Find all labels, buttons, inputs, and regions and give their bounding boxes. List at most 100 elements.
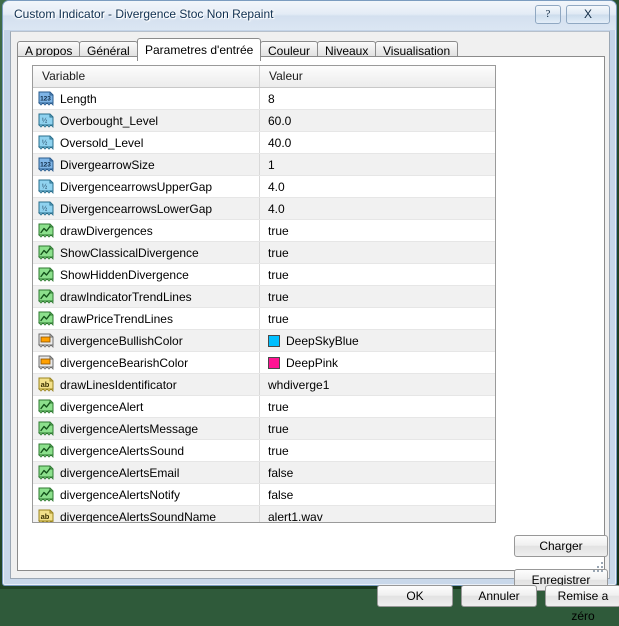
column-header-value[interactable]: Valeur bbox=[260, 66, 495, 87]
table-row[interactable]: divergenceAlertsEmail false bbox=[33, 462, 495, 484]
parameter-value-cell[interactable]: false bbox=[260, 484, 495, 505]
table-row[interactable]: ½ DivergencearrowsUpperGap 4.0 bbox=[33, 176, 495, 198]
close-button[interactable]: X bbox=[566, 5, 610, 24]
table-row[interactable]: divergenceAlertsMessage true bbox=[33, 418, 495, 440]
cancel-button-label: Annuler bbox=[461, 585, 537, 607]
parameter-name: drawLinesIdentificator bbox=[60, 377, 177, 392]
parameter-name: divergenceBullishColor bbox=[60, 333, 183, 348]
parameter-name-cell: ½ DivergencearrowsLowerGap bbox=[33, 198, 260, 219]
parameter-name: Length bbox=[60, 91, 97, 106]
parameter-name-cell: divergenceAlertsMessage bbox=[33, 418, 260, 439]
parameter-value: 8 bbox=[268, 91, 275, 106]
parameter-value-cell[interactable]: DeepPink bbox=[260, 352, 495, 373]
svg-text:½: ½ bbox=[42, 138, 47, 146]
parameter-value: 4.0 bbox=[268, 201, 285, 216]
table-row[interactable]: ½ Overbought_Level 60.0 bbox=[33, 110, 495, 132]
load-button[interactable]: Charger bbox=[514, 535, 608, 557]
table-row[interactable]: 123 DivergearrowSize 1 bbox=[33, 154, 495, 176]
table-row[interactable]: ½ DivergencearrowsLowerGap 4.0 bbox=[33, 198, 495, 220]
parameter-value-cell[interactable]: true bbox=[260, 242, 495, 263]
table-row[interactable]: ab drawLinesIdentificator whdiverge1 bbox=[33, 374, 495, 396]
grip-dot bbox=[601, 562, 603, 564]
parameter-name: divergenceBearishColor bbox=[60, 355, 189, 370]
tab-parametres-d-entr-e[interactable]: Parametres d'entrée bbox=[137, 38, 262, 61]
parameters-grid[interactable]: Variable Valeur 123 Length 8 ½ Overbought_Le… bbox=[32, 65, 496, 523]
color-icon bbox=[38, 333, 54, 348]
table-row[interactable]: drawDivergences true bbox=[33, 220, 495, 242]
table-row[interactable]: ShowHiddenDivergence true bbox=[33, 264, 495, 286]
color-icon bbox=[38, 355, 54, 370]
parameter-name-cell: 123 DivergearrowSize bbox=[33, 154, 260, 175]
table-row[interactable]: ab divergenceAlertsSoundName alert1.wav bbox=[33, 506, 495, 523]
parameter-value-cell[interactable]: true bbox=[260, 396, 495, 417]
parameter-value: false bbox=[268, 487, 294, 502]
parameter-name-cell: ab divergenceAlertsSoundName bbox=[33, 506, 260, 522]
window-title: Custom Indicator - Divergence Stoc Non R… bbox=[14, 7, 274, 21]
boolean-icon bbox=[38, 443, 54, 458]
parameter-value-cell[interactable]: 4.0 bbox=[260, 176, 495, 197]
parameter-name-cell: divergenceBullishColor bbox=[33, 330, 260, 351]
parameter-value-cell[interactable]: true bbox=[260, 220, 495, 241]
ok-button-label: OK bbox=[377, 585, 453, 607]
integer-icon: 123 bbox=[38, 91, 54, 106]
parameter-name-cell: ab drawLinesIdentificator bbox=[33, 374, 260, 395]
resize-grip[interactable] bbox=[592, 562, 604, 574]
parameter-value-cell[interactable]: true bbox=[260, 264, 495, 285]
parameter-value-cell[interactable]: 60.0 bbox=[260, 110, 495, 131]
svg-text:½: ½ bbox=[42, 116, 47, 124]
parameter-value-cell[interactable]: alert1.wav bbox=[260, 506, 495, 523]
double-icon: ½ bbox=[38, 179, 54, 194]
parameter-value-cell[interactable]: true bbox=[260, 440, 495, 461]
parameter-name-cell: ½ Overbought_Level bbox=[33, 110, 260, 131]
column-header-variable[interactable]: Variable bbox=[33, 66, 260, 87]
table-row[interactable]: divergenceAlert true bbox=[33, 396, 495, 418]
parameter-value: true bbox=[268, 421, 289, 436]
table-row[interactable]: ShowClassicalDivergence true bbox=[33, 242, 495, 264]
table-row[interactable]: divergenceAlertsNotify false bbox=[33, 484, 495, 506]
parameter-value-cell[interactable]: 4.0 bbox=[260, 198, 495, 219]
table-row[interactable]: divergenceAlertsSound true bbox=[33, 440, 495, 462]
parameter-name: divergenceAlertsSound bbox=[60, 443, 185, 458]
parameter-value: true bbox=[268, 267, 289, 282]
help-button[interactable]: ? bbox=[535, 5, 561, 24]
dialog-window: Custom Indicator - Divergence Stoc Non R… bbox=[2, 0, 619, 623]
ok-button[interactable]: OK bbox=[377, 585, 453, 607]
parameter-value-cell[interactable]: whdiverge1 bbox=[260, 374, 495, 395]
svg-text:½: ½ bbox=[42, 182, 47, 190]
parameter-value-cell[interactable]: true bbox=[260, 418, 495, 439]
parameter-name-cell: drawPriceTrendLines bbox=[33, 308, 260, 329]
parameter-value-cell[interactable]: true bbox=[260, 286, 495, 307]
parameter-value: true bbox=[268, 443, 289, 458]
parameter-name-cell: drawIndicatorTrendLines bbox=[33, 286, 260, 307]
table-row[interactable]: 123 Length 8 bbox=[33, 88, 495, 110]
parameter-name-cell: ½ DivergencearrowsUpperGap bbox=[33, 176, 260, 197]
reset-button[interactable]: Remise a zéro bbox=[545, 585, 619, 623]
parameter-value-cell[interactable]: 8 bbox=[260, 88, 495, 109]
table-row[interactable]: drawIndicatorTrendLines true bbox=[33, 286, 495, 308]
parameter-value-cell[interactable]: false bbox=[260, 462, 495, 483]
table-row[interactable]: ½ Oversold_Level 40.0 bbox=[33, 132, 495, 154]
parameter-value: true bbox=[268, 289, 289, 304]
parameter-value: 40.0 bbox=[268, 135, 292, 150]
grid-body: 123 Length 8 ½ Overbought_Level 60.0 ½ Oversold… bbox=[33, 88, 495, 523]
parameter-value: DeepSkyBlue bbox=[286, 333, 359, 348]
parameter-value: true bbox=[268, 399, 289, 414]
tab-panel-input-parameters: Variable Valeur 123 Length 8 ½ Overbought_Le… bbox=[17, 56, 608, 591]
boolean-icon bbox=[38, 223, 54, 238]
parameter-value-cell[interactable]: 1 bbox=[260, 154, 495, 175]
svg-text:ab: ab bbox=[41, 512, 50, 521]
table-row[interactable]: divergenceBullishColor DeepSkyBlue bbox=[33, 330, 495, 352]
parameter-value-cell[interactable]: 40.0 bbox=[260, 132, 495, 153]
parameter-value: true bbox=[268, 223, 289, 238]
cancel-button[interactable]: Annuler bbox=[461, 585, 537, 607]
parameter-name: Overbought_Level bbox=[60, 113, 159, 128]
table-row[interactable]: divergenceBearishColor DeepPink bbox=[33, 352, 495, 374]
parameter-value-cell[interactable]: true bbox=[260, 308, 495, 329]
parameter-name-cell: divergenceAlertsSound bbox=[33, 440, 260, 461]
title-bar[interactable]: Custom Indicator - Divergence Stoc Non R… bbox=[3, 1, 616, 30]
parameter-value: DeepPink bbox=[286, 355, 339, 370]
parameter-value-cell[interactable]: DeepSkyBlue bbox=[260, 330, 495, 351]
table-row[interactable]: drawPriceTrendLines true bbox=[33, 308, 495, 330]
string-icon: ab bbox=[38, 509, 54, 522]
svg-text:ab: ab bbox=[41, 380, 50, 389]
